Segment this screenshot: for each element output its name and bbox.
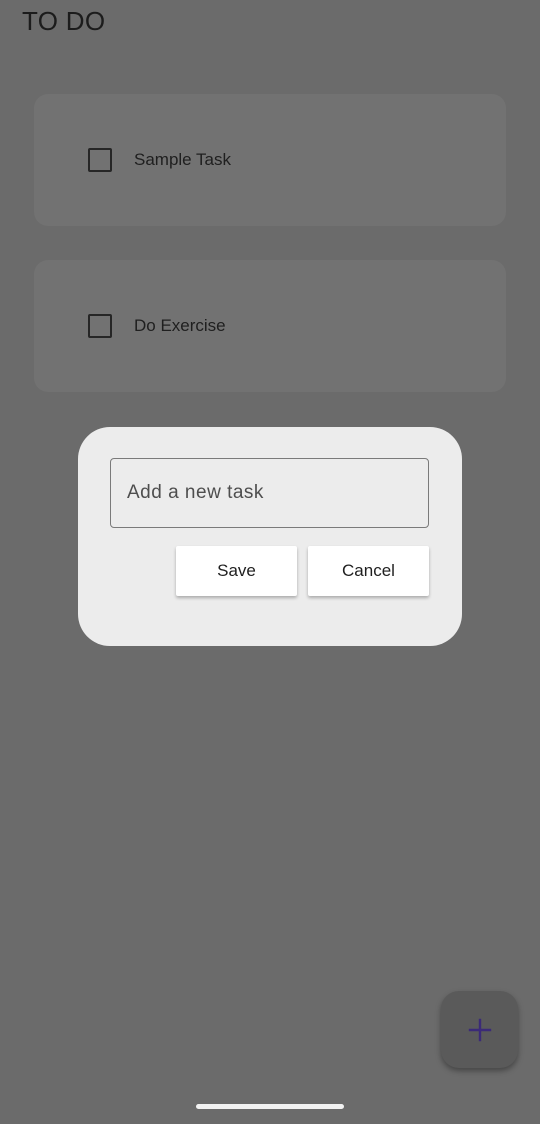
add-task-fab[interactable] [441,991,518,1068]
task-card[interactable]: Sample Task [34,94,506,226]
cancel-button[interactable]: Cancel [308,546,429,596]
new-task-input[interactable] [110,458,429,528]
home-indicator [196,1104,344,1109]
plus-icon [468,1018,491,1041]
task-card[interactable]: Do Exercise [34,260,506,392]
task-label: Do Exercise [134,316,226,335]
save-button[interactable]: Save [176,546,297,596]
task-checkbox[interactable] [88,148,112,172]
task-checkbox[interactable] [88,314,112,338]
task-label: Sample Task [134,150,232,169]
add-task-dialog: Save Cancel [78,427,462,646]
app-title: TO DO [22,6,106,36]
